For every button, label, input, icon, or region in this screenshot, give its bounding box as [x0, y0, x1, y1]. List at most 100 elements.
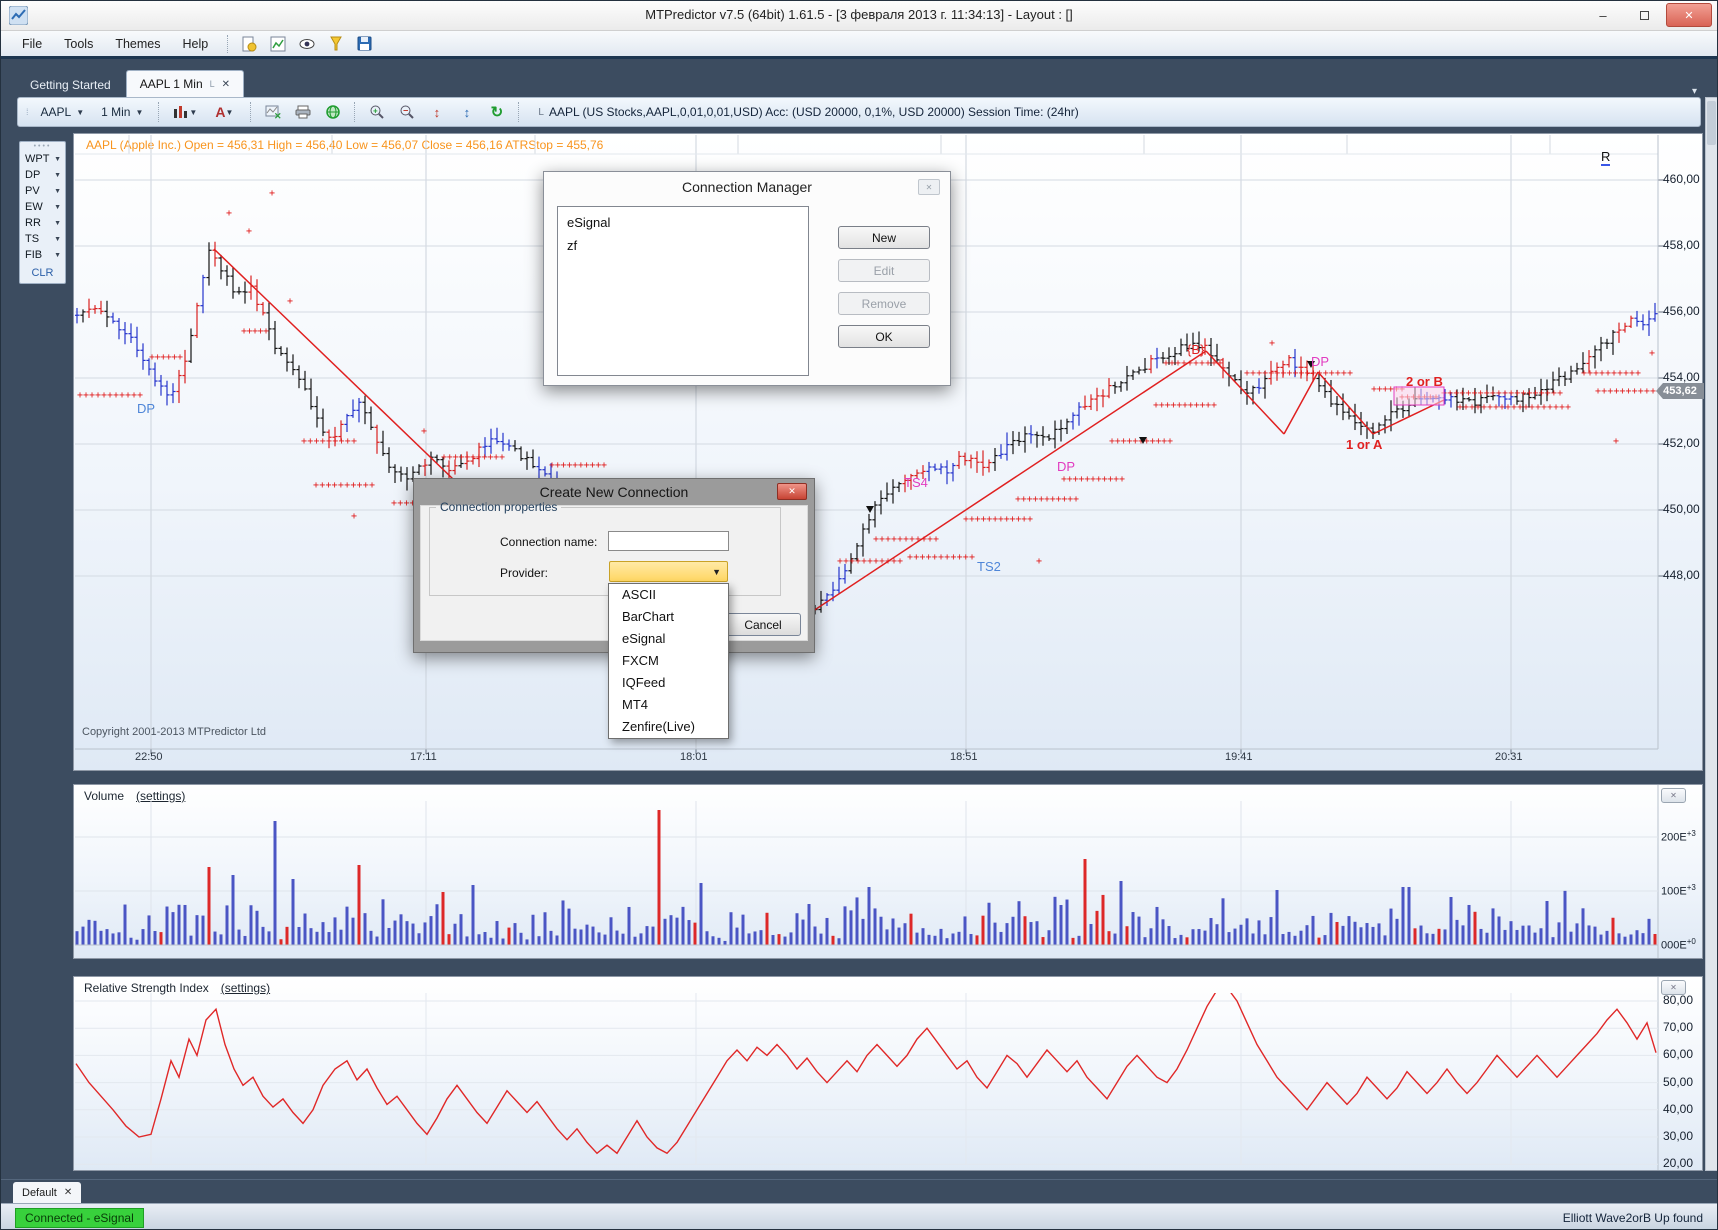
rsi-panel[interactable]: Relative Strength Index (settings) ✕: [73, 976, 1703, 1171]
menu-themes[interactable]: Themes: [104, 32, 171, 56]
rsi-close-button[interactable]: ✕: [1661, 980, 1686, 995]
minimize-button[interactable]: –: [1584, 3, 1622, 27]
bar-spacing-decrease-button[interactable]: ↕: [454, 101, 479, 124]
expand-vertical-icon: ↕: [434, 105, 441, 120]
sidebar-item-dp[interactable]: DP▼: [20, 167, 65, 183]
sidebar-item-rr[interactable]: RR▼: [20, 215, 65, 231]
edit-button: Edit: [838, 259, 930, 282]
zoom-in-button[interactable]: +: [364, 101, 389, 124]
interval-select[interactable]: 1 Min▼: [95, 102, 149, 122]
tab-close-icon[interactable]: ✕: [222, 79, 230, 90]
new-button[interactable]: New: [838, 226, 930, 249]
menu-tools[interactable]: Tools: [53, 32, 104, 56]
tab-close-icon[interactable]: ✕: [64, 1187, 72, 1198]
visibility-button[interactable]: [294, 32, 319, 55]
session-globe-button[interactable]: [320, 101, 345, 124]
provider-option-fxcm[interactable]: FXCM: [609, 650, 728, 672]
provider-option-barchart[interactable]: BarChart: [609, 606, 728, 628]
sidebar-item-fib[interactable]: FIB ▼: [20, 247, 65, 263]
scrollbar-thumb[interactable]: [1707, 101, 1716, 145]
close-icon[interactable]: ✕: [918, 179, 940, 195]
chart-wizard-button[interactable]: [265, 32, 290, 55]
connection-name-input[interactable]: [608, 531, 729, 551]
chart-style-button[interactable]: ▼: [168, 101, 202, 124]
menubar: FileToolsThemesHelp: [1, 31, 1717, 59]
sidebar-item-ts[interactable]: TS▼: [20, 231, 65, 247]
sidebar-item-clr[interactable]: CLR: [20, 263, 65, 281]
volume-close-button[interactable]: ✕: [1661, 788, 1686, 803]
sidebar-items: WPT▼DP▼PV▼EW▼RR▼TS▼ FIB ▼: [20, 151, 65, 263]
connection-list-item[interactable]: eSignal: [558, 211, 808, 234]
ok-button[interactable]: OK: [838, 325, 930, 348]
provider-dropdown-list: ASCIIBarCharteSignalFXCMIQFeedMT4Zenfire…: [608, 583, 729, 739]
provider-option-zenfirelive[interactable]: Zenfire(Live): [609, 716, 728, 738]
highlighter-button[interactable]: [323, 32, 348, 55]
globe-icon: [325, 104, 341, 120]
document-tabstrip: Getting Started AAPL 1 MinL✕ ▾: [17, 65, 1697, 97]
compress-vertical-icon: ↕: [464, 105, 471, 120]
print-button[interactable]: [290, 101, 315, 124]
menu-separator: [227, 35, 228, 53]
sidebar-item-pv[interactable]: PV▼: [20, 183, 65, 199]
sidebar-grip[interactable]: ••••: [20, 143, 65, 151]
vertical-scrollbar[interactable]: [1705, 97, 1718, 1171]
provider-option-esignal[interactable]: eSignal: [609, 628, 728, 650]
provider-option-iqfeed[interactable]: IQFeed: [609, 672, 728, 694]
chevron-down-icon: ▼: [54, 252, 61, 259]
sidebar-item-label: FIB: [25, 249, 42, 261]
connection-manager-dialog: Connection Manager ✕ eSignalzf NewEditRe…: [543, 171, 951, 386]
bar-spacing-increase-button[interactable]: ↕: [424, 101, 449, 124]
tab-aapl-1-min[interactable]: AAPL 1 MinL✕: [126, 70, 244, 97]
toolbar-separator: [518, 102, 519, 122]
new-report-button[interactable]: [236, 32, 261, 55]
close-icon[interactable]: ✕: [777, 483, 807, 500]
volume-panel[interactable]: Volume (settings) ✕: [73, 784, 1703, 959]
titlebar: MTPredictor v7.5 (64bit) 1.61.5 - [3 фев…: [1, 1, 1717, 31]
last-price-badge: 453,62: [1656, 383, 1704, 399]
layout-tabstrip: Default ✕: [1, 1179, 1717, 1203]
chevron-down-icon: ▼: [54, 236, 61, 243]
zoom-out-button[interactable]: −: [394, 101, 419, 124]
statusbar: Connected - eSignal Elliott Wave2orB Up …: [1, 1203, 1717, 1230]
tab-label: Getting Started: [30, 78, 111, 92]
maximize-button[interactable]: [1625, 3, 1663, 27]
layout-tab-default[interactable]: Default ✕: [13, 1182, 81, 1203]
svg-text:−: −: [403, 106, 408, 116]
annotation-button[interactable]: A▼: [207, 101, 241, 124]
print-icon: [295, 105, 311, 119]
svg-text:+: +: [373, 107, 378, 116]
app-window: MTPredictor v7.5 (64bit) 1.61.5 - [3 фев…: [0, 0, 1718, 1230]
chevron-down-icon: ▼: [712, 567, 721, 577]
link-state-badge: L: [538, 107, 544, 118]
connection-listbox[interactable]: eSignalzf: [557, 206, 809, 376]
close-button[interactable]: ✕: [1666, 3, 1712, 27]
chevron-down-icon: ▼: [54, 188, 61, 195]
window-title: MTPredictor v7.5 (64bit) 1.61.5 - [3 фев…: [1, 7, 1717, 22]
tab-label: AAPL 1 Min: [140, 77, 203, 91]
tab-list-dropdown-icon[interactable]: ▾: [1692, 86, 1697, 97]
volume-settings-link[interactable]: (settings): [136, 789, 185, 803]
save-button[interactable]: [352, 32, 377, 55]
cancel-button[interactable]: Cancel: [725, 613, 801, 636]
sidebar-item-wpt[interactable]: WPT▼: [20, 151, 65, 167]
toolbar-separator: [354, 102, 355, 122]
tab-getting-started[interactable]: Getting Started: [17, 73, 124, 97]
export-image-button[interactable]: ✕: [260, 101, 285, 124]
menu-help[interactable]: Help: [172, 32, 220, 56]
menu-file[interactable]: File: [11, 32, 53, 56]
connection-manager-buttons: New Edit Remove OK: [838, 226, 930, 348]
refresh-button[interactable]: ↻: [484, 101, 509, 124]
chevron-down-icon: ▼: [54, 220, 61, 227]
provider-option-ascii[interactable]: ASCII: [609, 584, 728, 606]
toolbar-grip[interactable]: ⁞: [26, 107, 30, 117]
provider-option-mt4[interactable]: MT4: [609, 694, 728, 716]
connection-name-label: Connection name:: [500, 535, 597, 549]
sidebar-item-ew[interactable]: EW▼: [20, 199, 65, 215]
signal-status-text: Elliott Wave2orB Up found: [1563, 1211, 1703, 1225]
ohlc-header: AAPL (Apple Inc.) Open = 456,31 High = 4…: [86, 138, 603, 152]
rsi-settings-link[interactable]: (settings): [221, 981, 270, 995]
symbol-select[interactable]: AAPL▼: [35, 102, 91, 122]
connection-list-item[interactable]: zf: [558, 234, 808, 257]
provider-combobox[interactable]: ▼: [609, 561, 728, 582]
remove-button: Remove: [838, 292, 930, 315]
